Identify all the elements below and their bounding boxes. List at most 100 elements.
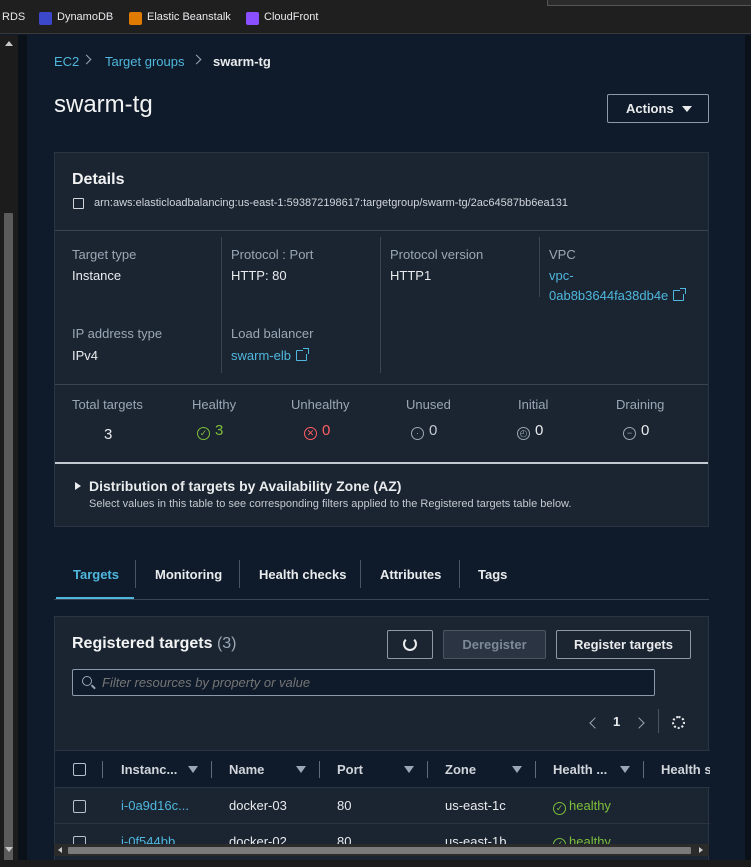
divider — [380, 237, 381, 373]
initial-value: 0 — [535, 422, 544, 439]
chevron-left-icon[interactable] — [589, 717, 601, 729]
tab-separator — [239, 560, 240, 588]
bookmark-dynamodb[interactable]: DynamoDB — [57, 11, 113, 23]
right-gutter — [745, 35, 751, 860]
register-targets-button[interactable]: Register targets — [556, 630, 691, 659]
page-number[interactable]: 1 — [613, 714, 620, 729]
initial-count[interactable]: ◴ 0 — [517, 422, 543, 440]
unhealthy-count[interactable]: ✕ 0 — [304, 422, 330, 440]
page-title: swarm-tg — [54, 91, 153, 118]
sort-icon[interactable] — [188, 766, 198, 773]
breadcrumb-target-groups[interactable]: Target groups — [105, 54, 185, 69]
search-filter[interactable] — [72, 669, 655, 696]
cloudfront-icon — [246, 12, 259, 25]
x-circle-icon: ✕ — [304, 427, 317, 440]
check-circle-icon: ✓ — [197, 427, 210, 440]
sort-icon[interactable] — [404, 766, 414, 773]
caret-right-icon[interactable] — [75, 482, 81, 490]
table-header: Instanc... Name Port Zone Health ... Hea… — [55, 750, 710, 787]
unused-label: Unused — [406, 397, 451, 412]
select-all-checkbox[interactable] — [73, 763, 86, 776]
horizontal-scrollbar-thumb[interactable] — [68, 847, 691, 854]
load-balancer-label: Load balancer — [231, 326, 314, 341]
chevron-right-icon[interactable] — [633, 717, 645, 729]
column-health-status[interactable]: Health ... — [553, 762, 607, 777]
column-health-status-details[interactable]: Health s — [661, 762, 710, 777]
bookmark-elastic-beanstalk[interactable]: Elastic Beanstalk — [147, 11, 231, 23]
unused-count[interactable]: · 0 — [411, 422, 437, 440]
unused-circle-icon: · — [411, 427, 424, 440]
search-icon-handle — [91, 684, 96, 690]
scroll-right-icon[interactable] — [699, 847, 703, 853]
chevron-right-icon — [191, 54, 202, 65]
column-port[interactable]: Port — [337, 762, 363, 777]
actions-button[interactable]: Actions — [607, 94, 709, 123]
scroll-up-icon[interactable] — [5, 41, 13, 46]
instance-port: 80 — [337, 798, 352, 813]
column-separator — [535, 761, 536, 778]
horizontal-scrollbar[interactable] — [54, 844, 709, 856]
scroll-down-icon[interactable] — [5, 847, 13, 852]
column-instance[interactable]: Instanc... — [121, 762, 177, 777]
initial-label: Initial — [518, 397, 549, 412]
vertical-scrollbar[interactable] — [0, 35, 18, 867]
column-separator — [427, 761, 428, 778]
distribution-section[interactable]: Distribution of targets by Availability … — [55, 464, 708, 526]
healthy-count[interactable]: ✓ 3 — [197, 422, 223, 440]
registered-targets-count: (3) — [216, 635, 237, 652]
tab-monitoring[interactable]: Monitoring — [155, 567, 222, 582]
column-separator — [319, 761, 320, 778]
draining-value: 0 — [641, 422, 650, 439]
healthy-label: Healthy — [192, 397, 237, 412]
dynamodb-icon — [39, 12, 52, 25]
scrollbar-thumb[interactable] — [4, 213, 13, 867]
bookmark-rds[interactable]: RDS — [2, 11, 25, 23]
registered-targets-panel: Registered targets (3) Deregister Regist… — [54, 616, 710, 866]
deregister-button[interactable]: Deregister — [443, 630, 546, 659]
divider — [221, 237, 222, 373]
column-separator — [211, 761, 212, 778]
scroll-left-icon[interactable] — [58, 847, 62, 853]
breadcrumb-current: swarm-tg — [213, 54, 271, 69]
sort-icon[interactable] — [620, 766, 630, 773]
target-type-label: Target type — [72, 247, 137, 262]
search-input[interactable] — [102, 673, 642, 692]
vpc-link-line1[interactable]: vpc- — [549, 268, 574, 283]
refresh-button[interactable] — [387, 630, 433, 659]
health-status: ✓healthy — [553, 798, 611, 815]
load-balancer-value[interactable]: swarm-elb — [231, 348, 291, 363]
instance-id-link[interactable]: i-0a9d16c... — [121, 798, 189, 813]
table-row[interactable]: i-0a9d16c... docker-03 80 us-east-1c ✓ he… — [55, 787, 710, 823]
column-zone[interactable]: Zone — [445, 762, 476, 777]
draining-count[interactable]: −0 — [623, 422, 649, 440]
distribution-title[interactable]: Distribution of targets by Availability … — [89, 478, 401, 494]
arn-text: arn:aws:elasticloadbalancing:us-east-1:5… — [94, 197, 568, 209]
health-status-text: healthy — [569, 798, 611, 813]
vpc-link-line2[interactable]: 0ab8b3644fa38db4e — [549, 288, 668, 303]
bookmark-cloudfront[interactable]: CloudFront — [264, 11, 318, 23]
registered-targets-title: Registered targets — [72, 635, 213, 652]
column-name[interactable]: Name — [229, 762, 264, 777]
instance-name: docker-03 — [229, 798, 287, 813]
registered-targets-header: Registered targets (3) — [72, 635, 237, 653]
details-panel: Details arn:aws:elasticloadbalancing:us-… — [54, 152, 709, 527]
tab-health-checks[interactable]: Health checks — [259, 567, 346, 582]
healthy-value: 3 — [215, 422, 224, 439]
breadcrumb-ec2[interactable]: EC2 — [54, 54, 79, 69]
main-content: EC2 Target groups swarm-tg swarm-tg Acti… — [27, 35, 745, 866]
unhealthy-label: Unhealthy — [291, 397, 350, 412]
left-gutter — [18, 35, 27, 860]
elastic-beanstalk-icon — [129, 12, 142, 25]
sort-icon[interactable] — [296, 766, 306, 773]
tab-targets[interactable]: Targets — [73, 567, 119, 582]
load-balancer-link[interactable]: swarm-elb — [231, 348, 309, 363]
row-checkbox[interactable] — [73, 800, 86, 813]
sort-icon[interactable] — [512, 766, 522, 773]
vpc-link[interactable]: 0ab8b3644fa38db4e — [549, 288, 687, 303]
copy-icon[interactable] — [73, 198, 84, 209]
tab-tags[interactable]: Tags — [478, 567, 507, 582]
gear-icon[interactable] — [672, 716, 685, 729]
tab-separator — [459, 560, 460, 588]
tab-separator — [360, 560, 361, 588]
tab-attributes[interactable]: Attributes — [380, 567, 441, 582]
